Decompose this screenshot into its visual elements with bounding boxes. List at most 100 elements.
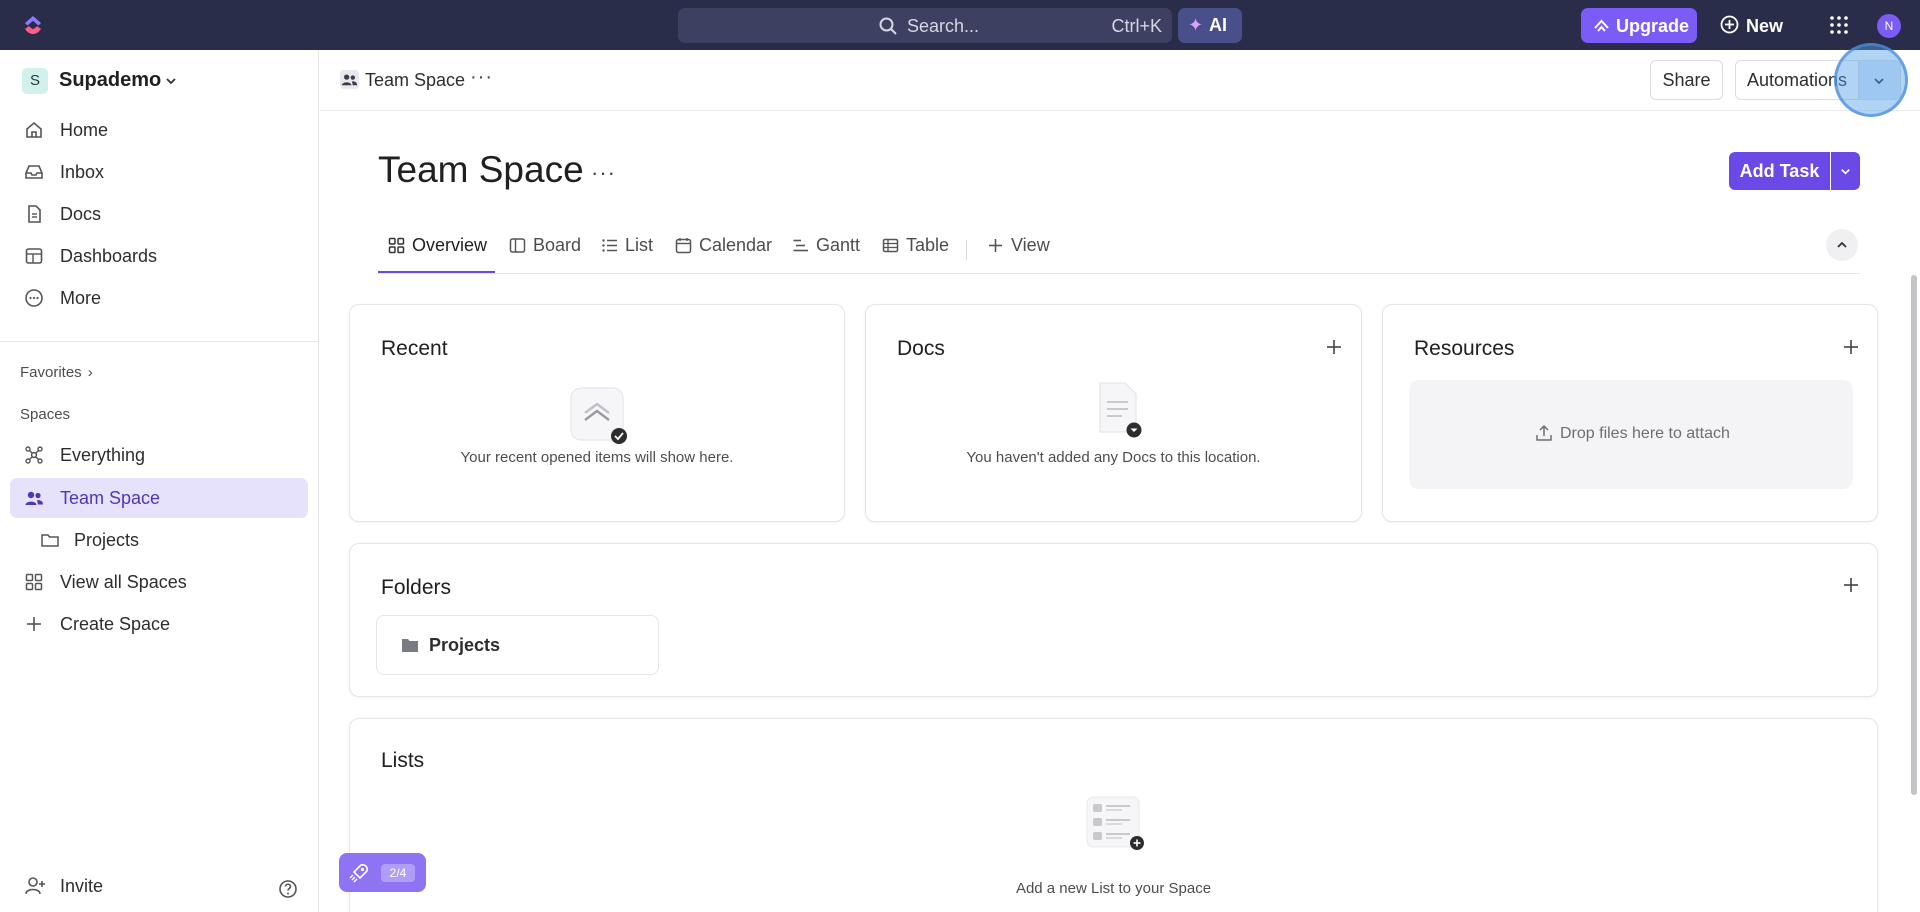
search-icon (879, 17, 897, 35)
onboarding-progress-badge: 2/4 (381, 864, 415, 882)
chevron-down-icon (1841, 169, 1850, 175)
docs-title: Docs (897, 337, 945, 360)
help-icon[interactable] (278, 879, 298, 899)
sidebar-item-home[interactable]: Home (10, 110, 308, 150)
tab-label: View (1011, 235, 1050, 255)
sidebar-item-more[interactable]: More (10, 278, 308, 318)
sidebar-item-view-all-spaces[interactable]: View all Spaces (10, 562, 308, 602)
collapse-header-button[interactable] (1826, 229, 1858, 261)
sidebar-item-everything[interactable]: Everything (10, 435, 308, 475)
resources-card: Resources Drop files here to attach (1382, 304, 1878, 522)
list-icon (602, 239, 617, 252)
add-folder-icon[interactable] (1842, 576, 1860, 594)
favorites-label: Favorites (20, 364, 82, 381)
top-bar: Search... Ctrl+K ✦ AI Upgrade New N (0, 0, 1920, 50)
share-button[interactable]: Share (1650, 60, 1723, 100)
plus-circle-icon (1720, 15, 1739, 34)
space-header: Team Space ··· Share Automations (320, 50, 1920, 111)
team-icon (340, 70, 359, 89)
active-tab-indicator (378, 271, 495, 273)
gantt-icon (793, 239, 808, 252)
sidebar-item-label: Home (60, 120, 109, 140)
sidebar-item-inbox[interactable]: Inbox (10, 152, 308, 192)
add-doc-icon[interactable] (1325, 338, 1343, 356)
inbox-icon (25, 165, 43, 179)
tab-label: Gantt (816, 235, 861, 255)
sidebar-item-projects[interactable]: Projects (10, 520, 308, 560)
sidebar-item-docs[interactable]: Docs (10, 194, 308, 234)
tab-label: Calendar (699, 235, 773, 255)
calendar-icon (675, 238, 692, 254)
overview-icon (388, 237, 405, 254)
sidebar-item-label: Docs (60, 204, 102, 224)
sidebar-item-team-space[interactable]: Team Space (10, 478, 308, 518)
sidebar: S Supademo Home Inbox Docs Dashboards Mo… (0, 50, 319, 912)
tab-label: Table (906, 235, 950, 255)
lists-title: Lists (381, 749, 425, 772)
invite-button[interactable]: Invite (10, 865, 308, 905)
tab-label: Overview (412, 235, 488, 255)
spaces-section-label: Spaces (20, 406, 71, 423)
folders-title: Folders (381, 576, 452, 599)
sidebar-item-label: Projects (74, 530, 140, 550)
invite-label: Invite (60, 876, 104, 896)
folder-icon (402, 639, 418, 652)
file-drop-zone[interactable]: Drop files here to attach (1409, 380, 1853, 489)
dashboards-icon (25, 248, 43, 264)
plus-icon (989, 239, 1002, 252)
lists-card: Lists Add a new List to your Space (349, 718, 1878, 912)
breadcrumb-more-icon[interactable]: ··· (470, 66, 493, 89)
new-button[interactable]: New (1718, 8, 1788, 43)
sidebar-item-label: Team Space (60, 488, 161, 508)
user-avatar[interactable]: N (1877, 14, 1901, 38)
table-icon (882, 238, 899, 253)
add-resource-icon[interactable] (1842, 338, 1860, 356)
tab-separator (966, 240, 967, 260)
sidebar-divider (0, 341, 319, 342)
add-task-dropdown-button[interactable] (1831, 152, 1860, 190)
workspace-switcher[interactable]: S Supademo (22, 68, 292, 96)
ai-button[interactable]: ✦ AI (1178, 8, 1242, 43)
sidebar-item-dashboards[interactable]: Dashboards (10, 236, 308, 276)
grid-icon (25, 573, 43, 591)
folder-tile-projects[interactable]: Projects (376, 615, 659, 675)
recent-empty-text: Your recent opened items will show here. (460, 449, 734, 466)
docs-empty-text: You haven't added any Docs to this locat… (966, 449, 1261, 466)
docs-icon (28, 205, 41, 223)
automations-button[interactable]: Automations (1735, 60, 1859, 100)
search-bar[interactable]: Search... Ctrl+K (678, 8, 1172, 43)
automations-dropdown-button[interactable] (1859, 60, 1901, 100)
upgrade-icon (1594, 19, 1609, 32)
doc-empty-illustration-icon (1099, 382, 1142, 438)
plus-icon (27, 617, 41, 631)
rocket-icon (349, 864, 368, 883)
tab-label: List (625, 235, 654, 255)
onboarding-progress-button[interactable]: 2/4 (339, 853, 426, 892)
folder-name: Projects (429, 635, 501, 655)
upgrade-button[interactable]: Upgrade (1581, 8, 1697, 43)
apps-grid-icon[interactable] (1829, 15, 1849, 35)
recent-title: Recent (381, 337, 448, 360)
clickup-logo-icon[interactable] (20, 12, 46, 38)
chevron-down-icon (1874, 78, 1884, 85)
main-scrollbar-thumb[interactable] (1911, 275, 1917, 795)
add-task-button[interactable]: Add Task (1729, 152, 1830, 190)
upgrade-label: Upgrade (1616, 16, 1690, 36)
home-icon (26, 121, 42, 138)
chevron-right-icon: › (87, 364, 93, 381)
tab-label: Board (533, 235, 582, 255)
search-shortcut: Ctrl+K (1111, 16, 1162, 36)
board-icon (509, 238, 526, 253)
lists-empty-text: Add a new List to your Space (1015, 880, 1212, 897)
docs-card: Docs You haven't added any Docs to this … (865, 304, 1362, 522)
recent-empty-illustration-icon (570, 387, 627, 444)
chevron-down-icon (166, 78, 176, 85)
breadcrumb[interactable]: Team Space (365, 70, 465, 91)
sidebar-item-create-space[interactable]: Create Space (10, 604, 308, 644)
sidebar-item-label: Everything (60, 445, 146, 465)
more-icon (25, 289, 43, 307)
favorites-section[interactable]: Favorites › (20, 364, 93, 381)
sidebar-item-label: View all Spaces (60, 572, 187, 592)
title-more-icon[interactable]: ··· (591, 160, 616, 186)
sparkle-icon: ✦ (1188, 15, 1204, 35)
